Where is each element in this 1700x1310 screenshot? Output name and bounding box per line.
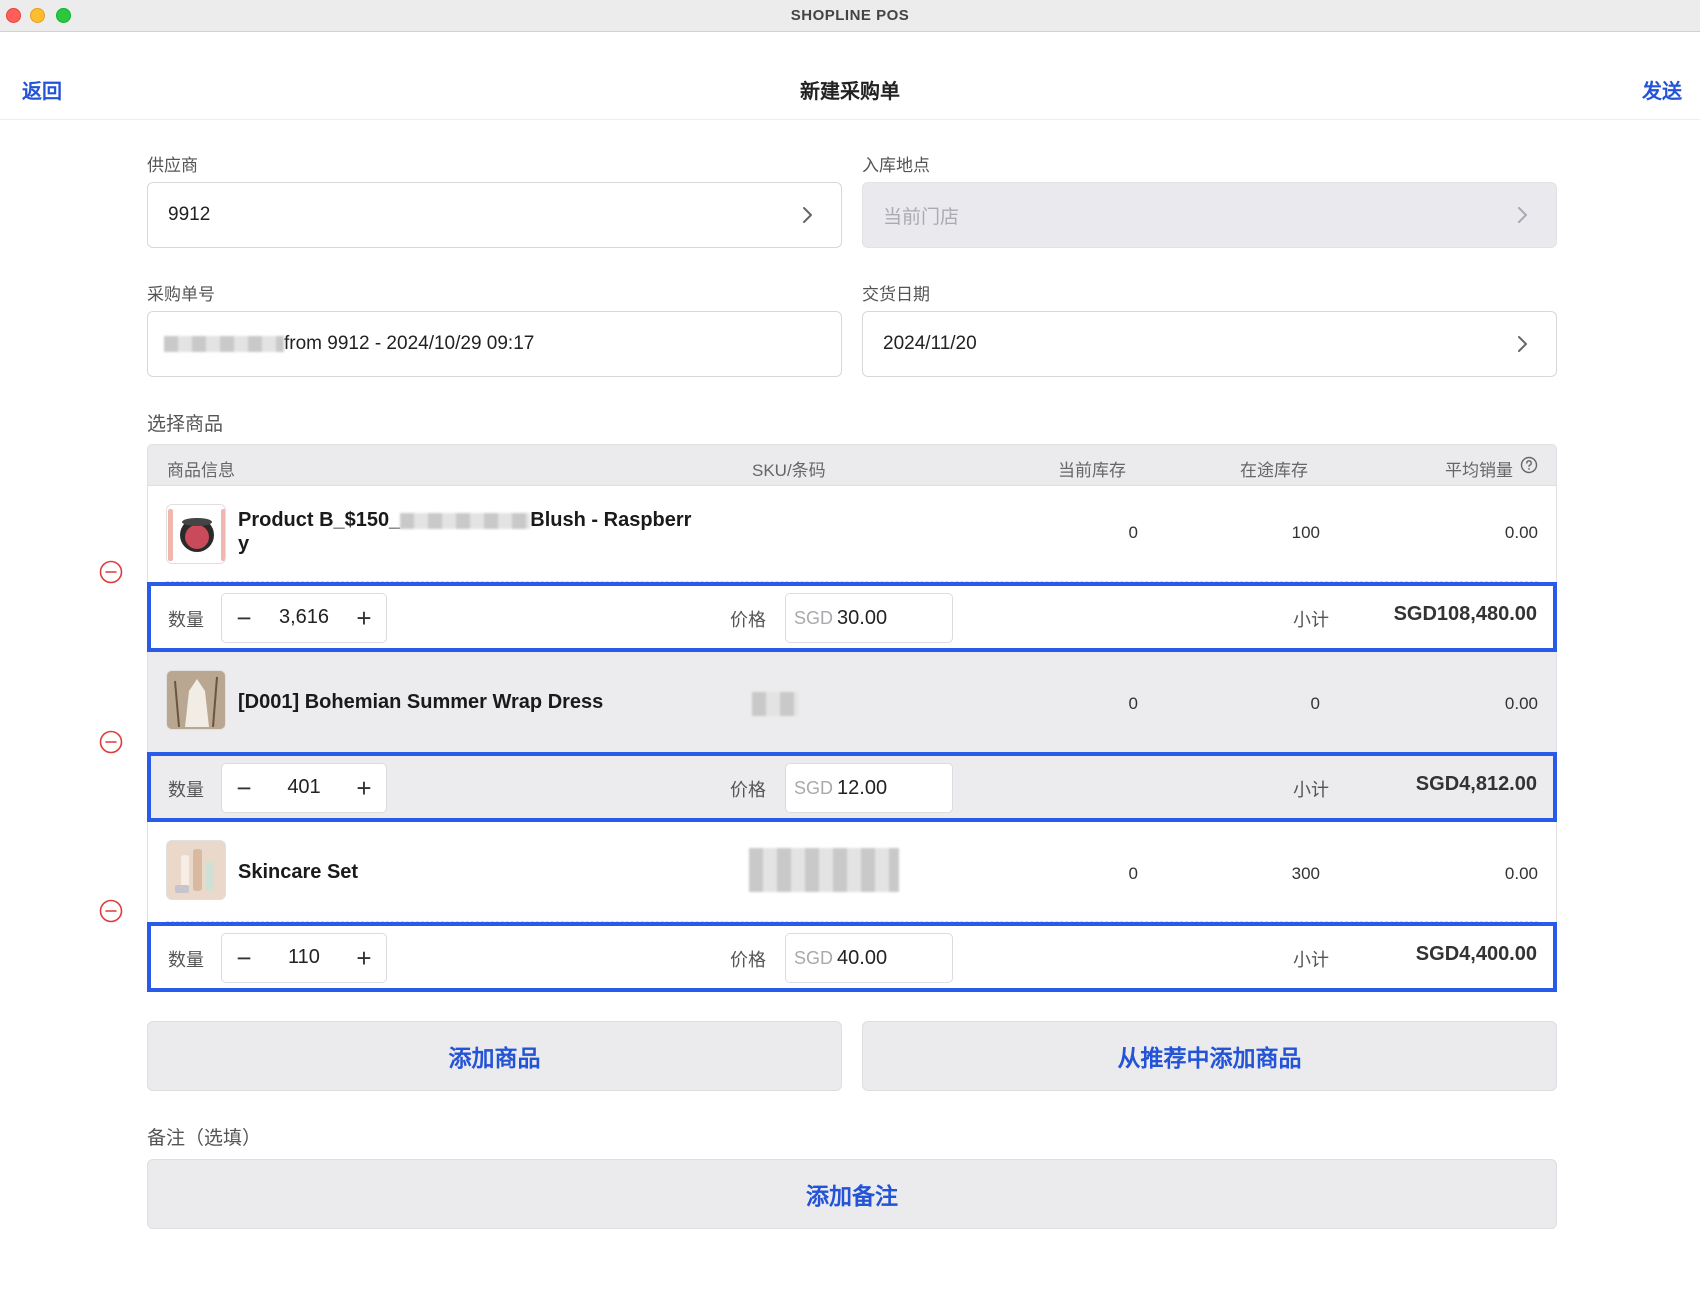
subtotal-value: SGD108,480.00 (1393, 603, 1537, 625)
column-avg-sales: 平均销量 (1445, 461, 1513, 480)
subtotal-value: SGD4,400.00 (1415, 943, 1537, 965)
price-input[interactable]: SGD 12.00 (785, 763, 953, 813)
avg-sales-value: 0.00 (1504, 864, 1538, 883)
remove-circle-icon[interactable] (99, 730, 123, 754)
products-table-header: 商品信息 SKU/条码 当前库存 在途库存 平均销量 (147, 444, 1557, 486)
redacted-sku (752, 692, 798, 716)
notes-label: 备注（选填） (147, 1128, 262, 1149)
nav-bar: 返回 新建采购单 发送 (0, 32, 1700, 120)
quantity-value[interactable]: 110 (262, 946, 346, 969)
price-value: 40.00 (837, 946, 888, 969)
product-thumbnail (166, 670, 226, 730)
currency-prefix: SGD (794, 607, 834, 628)
supplier-field[interactable]: 9912 (147, 182, 842, 248)
add-note-button[interactable]: 添加备注 (147, 1159, 1557, 1229)
subtotal-value: SGD4,812.00 (1415, 773, 1537, 795)
product-name: Skincare Set (238, 861, 359, 883)
column-product-info: 商品信息 (167, 461, 235, 480)
product-name-part: Blush - Raspberr (530, 509, 692, 531)
remove-circle-icon[interactable] (99, 560, 123, 584)
price-value: 12.00 (837, 776, 888, 799)
po-number-label: 采购单号 (147, 285, 215, 304)
product-name-part: y (238, 533, 250, 555)
location-label: 入库地点 (862, 156, 930, 175)
location-value: 当前门店 (883, 206, 960, 228)
price-label: 价格 (730, 610, 766, 630)
currency-prefix: SGD (794, 947, 834, 968)
quantity-price-row: 数量 − 3,616 + 价格 SGD 30.00 小计 SGD108,480.… (147, 582, 1557, 652)
chevron-right-icon (1518, 336, 1527, 352)
quantity-stepper[interactable]: − 401 + (221, 763, 387, 813)
product-thumbnail (166, 504, 226, 564)
in-transit-value: 300 (1291, 864, 1320, 883)
decrement-button[interactable]: − (228, 942, 260, 974)
table-row: Product B_$150_ Blush - Raspberr y 0 100 … (147, 486, 1557, 582)
current-stock-value: 0 (1128, 864, 1138, 883)
subtotal-label: 小计 (1293, 780, 1329, 800)
delivery-date-field[interactable]: 2024/11/20 (862, 311, 1557, 377)
po-number-value: from 9912 - 2024/10/29 09:17 (284, 333, 535, 354)
quantity-label: 数量 (168, 780, 204, 800)
remove-circle-icon[interactable] (99, 899, 123, 923)
price-value: 30.00 (837, 606, 888, 629)
send-button[interactable]: 发送 (1642, 75, 1682, 104)
product-thumbnail (166, 840, 226, 900)
avg-sales-value: 0.00 (1504, 694, 1538, 713)
po-number-input[interactable]: from 9912 - 2024/10/29 09:17 (147, 311, 842, 377)
price-input[interactable]: SGD 30.00 (785, 593, 953, 643)
quantity-price-row: 数量 − 401 + 价格 SGD 12.00 小计 SGD4,812.00 (147, 752, 1557, 822)
decrement-button[interactable]: − (228, 602, 260, 634)
quantity-value[interactable]: 3,616 (262, 606, 346, 629)
product-name: [D001] Bohemian Summer Wrap Dress (238, 691, 604, 713)
quantity-label: 数量 (168, 610, 204, 630)
quantity-label: 数量 (168, 950, 204, 970)
decrement-button[interactable]: − (228, 772, 260, 804)
subtotal-label: 小计 (1293, 610, 1329, 630)
supplier-label: 供应商 (147, 156, 198, 175)
quantity-price-row: 数量 − 110 + 价格 SGD 40.00 小计 SGD4,400.00 (147, 922, 1557, 992)
window-title: SHOPLINE POS (790, 7, 910, 24)
chevron-right-icon (1518, 207, 1527, 223)
redacted-text (400, 512, 531, 529)
currency-prefix: SGD (794, 777, 834, 798)
increment-button[interactable]: + (348, 602, 380, 634)
product-name-part: Product B_$150_ (238, 509, 401, 531)
subtotal-label: 小计 (1293, 950, 1329, 970)
table-row: Skincare Set 0 300 0.00 (147, 822, 1557, 922)
quantity-value[interactable]: 401 (262, 776, 346, 799)
add-recommended-product-button[interactable]: 从推荐中添加商品 (862, 1021, 1557, 1091)
add-product-button[interactable]: 添加商品 (147, 1021, 842, 1091)
quantity-stepper[interactable]: − 3,616 + (221, 593, 387, 643)
in-transit-value: 0 (1310, 694, 1320, 713)
increment-button[interactable]: + (348, 942, 380, 974)
price-label: 价格 (730, 780, 766, 800)
current-stock-value: 0 (1128, 694, 1138, 713)
current-stock-value: 0 (1128, 523, 1138, 542)
delivery-date-label: 交货日期 (862, 285, 930, 304)
in-transit-value: 100 (1291, 523, 1320, 542)
increment-button[interactable]: + (348, 772, 380, 804)
select-products-label: 选择商品 (147, 414, 224, 435)
avg-sales-value: 0.00 (1504, 523, 1538, 542)
supplier-value: 9912 (168, 204, 211, 225)
redacted-sku (749, 848, 899, 892)
column-in-transit: 在途库存 (1240, 461, 1308, 480)
window-titlebar: SHOPLINE POS (0, 0, 1700, 32)
price-label: 价格 (730, 950, 766, 970)
column-sku: SKU/条码 (752, 461, 826, 480)
product-name: Product B_$150_ Blush - Raspberr y (238, 508, 691, 556)
help-circle-icon[interactable] (1520, 456, 1538, 474)
price-input[interactable]: SGD 40.00 (785, 933, 953, 983)
quantity-stepper[interactable]: − 110 + (221, 933, 387, 983)
column-current-stock: 当前库存 (1058, 461, 1126, 480)
table-row: [D001] Bohemian Summer Wrap Dress 0 0 0.… (147, 652, 1557, 752)
page-title: 新建采购单 (800, 81, 900, 103)
location-field: 当前门店 (862, 182, 1557, 248)
redacted-text (164, 336, 284, 352)
chevron-right-icon (803, 207, 812, 223)
delivery-date-value: 2024/11/20 (883, 333, 977, 354)
